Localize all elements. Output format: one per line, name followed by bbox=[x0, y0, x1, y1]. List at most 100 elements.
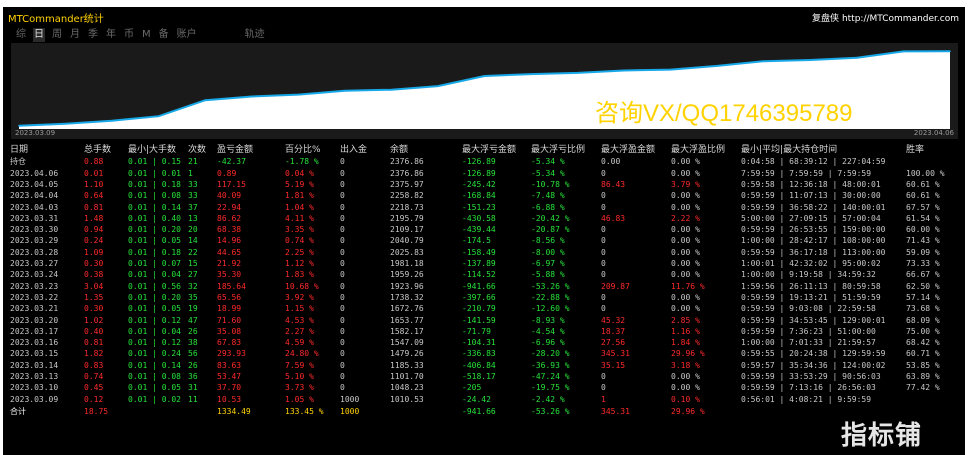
holding-row[interactable]: 持仓 0.88 0.01 | 0.15 21 -42.37 -1.78 % 0 2376.86… bbox=[3, 156, 965, 167]
table-row[interactable]: 2023.03.16 0.81 0.01 | 0.12 38 67.83 4.59 % 0 1… bbox=[3, 337, 965, 348]
tab-10[interactable]: 轨迹 bbox=[244, 28, 266, 42]
cell-col-11: 11.76 % bbox=[671, 281, 705, 291]
cell-col-8: -126.89 bbox=[462, 157, 496, 167]
cell-col-10: 45.32 bbox=[601, 315, 626, 325]
table-row[interactable]: 2023.03.14 0.83 0.01 | 0.14 26 83.63 7.59 % 0 1… bbox=[3, 360, 965, 371]
tab-5[interactable]: 年 bbox=[105, 28, 117, 42]
cell-col-6: 0 bbox=[340, 179, 345, 189]
cell-col-4: 22.94 bbox=[217, 202, 242, 212]
equity-point-1 bbox=[64, 122, 67, 125]
cell-col-6: 0 bbox=[340, 236, 345, 246]
cell-col-11: 1.16 % bbox=[671, 326, 700, 336]
cell-col-12: 7:59:59 | 7:59:59 | 7:59:59 bbox=[741, 168, 872, 178]
cell-col-9: -8.56 % bbox=[531, 236, 565, 246]
cell-col-8: -104.31 bbox=[462, 338, 496, 348]
cell-col-9: -7.48 % bbox=[531, 191, 565, 201]
cell-col-13: 77.42 % bbox=[906, 383, 940, 393]
cell-col-4: 21.92 bbox=[217, 259, 242, 268]
cell-col-7: 1048.23 bbox=[390, 383, 424, 393]
tab-1[interactable]: 日 bbox=[33, 28, 45, 42]
cell-col-5: 2.25 % bbox=[285, 247, 314, 257]
cell-col-12: 5:00:00 | 27:09:15 | 57:00:04 bbox=[741, 213, 881, 223]
cell-col-13: 63.89 % bbox=[906, 372, 940, 381]
cell-col-4: 71.60 bbox=[217, 315, 242, 325]
cell-col-10: 0 bbox=[601, 225, 606, 235]
cell-col-0: 2023.03.22 bbox=[10, 292, 59, 302]
cell-col-13: 73.68 % bbox=[906, 304, 940, 314]
table-row[interactable]: 2023.04.06 0.01 0.01 | 0.01 1 0.89 0.04 % 0 237… bbox=[3, 168, 965, 179]
cell-col-7: 1653.77 bbox=[390, 315, 424, 325]
cell-col-13: 60.61 % bbox=[906, 191, 940, 201]
column-header-3: 次数 bbox=[188, 145, 207, 155]
cell-col-10: 0 bbox=[601, 372, 606, 381]
table-row[interactable]: 2023.03.22 1.35 0.01 | 0.20 35 65.56 3.92 % 0 1… bbox=[3, 292, 965, 303]
table-row[interactable]: 2023.03.28 1.09 0.01 | 0.18 22 44.65 2.25 % 0 2… bbox=[3, 247, 965, 258]
cell-col-10: 0 bbox=[601, 202, 606, 212]
cell-col-1: 0.88 bbox=[84, 157, 104, 167]
cell-col-0: 2023.04.05 bbox=[10, 179, 59, 189]
cell-col-6: 0 bbox=[340, 213, 345, 223]
tab-2[interactable]: 周 bbox=[51, 28, 63, 42]
cell-col-8: -158.49 bbox=[462, 247, 496, 257]
tab-0[interactable]: 综 bbox=[15, 28, 27, 42]
table-row[interactable]: 2023.04.05 1.10 0.01 | 0.18 33 117.15 5.19 % 0… bbox=[3, 179, 965, 190]
table-row[interactable]: 2023.03.21 0.30 0.01 | 0.05 19 18.99 1.15 % 0 1… bbox=[3, 303, 965, 314]
cell-col-2: 0.01 | 0.20 bbox=[128, 225, 181, 235]
tab-6[interactable]: 币 bbox=[123, 28, 135, 42]
chart-end-label: 2023.04.06 bbox=[913, 129, 954, 137]
cell-col-3: 36 bbox=[188, 372, 198, 381]
table-row[interactable]: 2023.03.13 0.74 0.01 | 0.08 36 53.47 5.10 % 0 1… bbox=[3, 371, 965, 382]
cell-col-6: 0 bbox=[340, 338, 345, 348]
table-row[interactable]: 2023.03.24 0.38 0.01 | 0.04 27 35.30 1.83 % 0 1… bbox=[3, 269, 965, 280]
cell-col-8: -336.83 bbox=[462, 349, 496, 359]
equity-point-12 bbox=[576, 72, 579, 74]
cell-col-2: 0.01 | 0.12 bbox=[128, 338, 181, 348]
cell-col-2: 0.01 | 0.05 bbox=[128, 304, 181, 314]
cell-col-7: 2218.73 bbox=[390, 202, 424, 212]
cell-col-11: 1.84 % bbox=[671, 338, 700, 348]
cell-col-13: 66.67 % bbox=[906, 270, 940, 280]
table-row[interactable]: 2023.03.20 1.02 0.01 | 0.12 47 71.60 4.53 % 0 1… bbox=[3, 315, 965, 326]
cell-col-10: 0 bbox=[601, 247, 606, 257]
cell-col-6: 0 bbox=[340, 270, 345, 280]
cell-col-10: 345.31 bbox=[601, 406, 630, 416]
total-row[interactable]: 合计 18.75 1334.49 133.45 % 1000 -941.66 -53.26 … bbox=[3, 406, 965, 417]
brand-link[interactable]: 复盘侠 http://MTCommander.com bbox=[812, 11, 959, 24]
cell-col-11: 0.00 % bbox=[671, 225, 700, 235]
tab-4[interactable]: 季 bbox=[87, 28, 99, 42]
column-header-5: 百分比% bbox=[285, 145, 321, 155]
cell-col-12: 0:59:59 | 33:53:29 | 90:56:03 bbox=[741, 372, 881, 381]
table-row[interactable]: 2023.04.04 0.64 0.01 | 0.08 33 40.09 1.81 % 0 2… bbox=[3, 190, 965, 201]
cell-col-13: 68.42 % bbox=[906, 338, 940, 348]
table-row[interactable]: 2023.03.27 0.30 0.01 | 0.07 15 21.92 1.12 % 0 1… bbox=[3, 258, 965, 269]
cell-col-4: -42.37 bbox=[217, 157, 246, 167]
table-row[interactable]: 2023.03.09 0.12 0.01 | 0.02 11 10.53 1.05 % 10… bbox=[3, 394, 965, 405]
tab-7[interactable]: M bbox=[141, 28, 152, 42]
cell-col-7: 2040.79 bbox=[390, 236, 424, 246]
cell-col-8: -168.84 bbox=[462, 191, 496, 201]
cell-col-6: 0 bbox=[340, 383, 345, 393]
table-row[interactable]: 2023.04.03 0.81 0.01 | 0.14 37 22.94 1.04 % 0 2… bbox=[3, 202, 965, 213]
cell-col-4: 35.08 bbox=[217, 326, 242, 336]
cell-col-3: 22 bbox=[188, 247, 198, 257]
table-row[interactable]: 2023.03.17 0.40 0.01 | 0.04 26 35.08 2.27 % 0 1… bbox=[3, 326, 965, 337]
table-row[interactable]: 2023.03.10 0.45 0.01 | 0.05 31 37.70 3.73 % 0 1… bbox=[3, 382, 965, 393]
app-title: MTCommander统计 bbox=[8, 14, 104, 25]
table-row[interactable]: 2023.03.15 1.82 0.01 | 0.24 56 293.93 24.80 %… bbox=[3, 348, 965, 359]
cell-col-11: 0.00 % bbox=[671, 292, 700, 302]
cell-col-7: 2375.97 bbox=[390, 179, 424, 189]
cell-col-3: 31 bbox=[188, 383, 198, 393]
cell-col-10: 0 bbox=[601, 292, 606, 302]
table-row[interactable]: 2023.03.29 0.24 0.01 | 0.05 14 14.96 0.74 % 0 2… bbox=[3, 235, 965, 246]
cell-col-9: -10.78 % bbox=[531, 179, 570, 189]
equity-point-8 bbox=[390, 88, 393, 91]
cell-col-0: 2023.04.06 bbox=[10, 168, 59, 178]
cell-col-9: -4.54 % bbox=[531, 326, 565, 336]
tab-8[interactable]: 备 bbox=[158, 28, 170, 42]
tab-9[interactable]: 账户 bbox=[176, 28, 198, 42]
table-row[interactable]: 2023.03.23 3.04 0.01 | 0.56 32 185.64 10.68 %… bbox=[3, 281, 965, 292]
cell-col-5: 133.45 % bbox=[285, 406, 324, 416]
table-row[interactable]: 2023.03.30 0.94 0.01 | 0.20 20 68.38 3.35 % 0 2… bbox=[3, 224, 965, 235]
table-row[interactable]: 2023.03.31 1.48 0.01 | 0.40 13 86.62 4.11 % 0 2… bbox=[3, 213, 965, 224]
tab-3[interactable]: 月 bbox=[69, 28, 81, 42]
